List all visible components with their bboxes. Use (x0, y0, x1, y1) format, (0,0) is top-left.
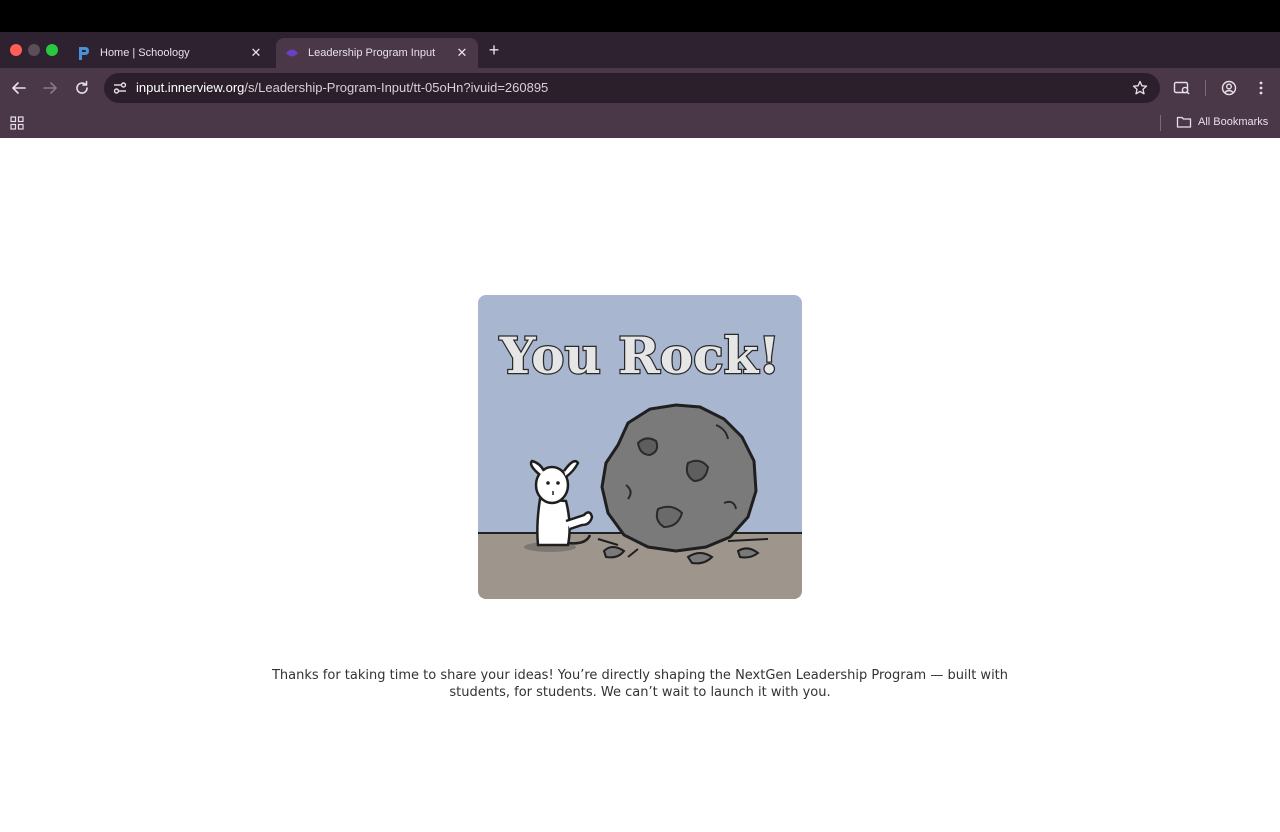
menu-button[interactable] (1249, 76, 1273, 100)
tab-leadership-program-input[interactable]: Leadership Program Input ✕ (276, 38, 478, 68)
tab-search-icon (1173, 81, 1190, 95)
back-arrow-icon (12, 82, 26, 94)
url-text[interactable]: input.innerview.org/s/Leadership-Program… (136, 80, 548, 95)
toolbar-divider (1205, 80, 1206, 96)
innerview-icon (284, 45, 300, 61)
url-path: /s/Leadership-Program-Input/tt-05oHn?ivu… (244, 80, 549, 95)
browser-toolbar: input.innerview.org/s/Leadership-Program… (0, 68, 1280, 108)
close-tab-icon[interactable]: ✕ (246, 43, 266, 63)
reload-icon (76, 80, 88, 94)
back-button[interactable] (7, 76, 31, 100)
tab-schoology[interactable]: Home | Schoology ✕ (68, 38, 272, 68)
profile-icon (1221, 80, 1237, 96)
schoology-icon (76, 45, 92, 61)
more-vertical-icon (1259, 81, 1263, 95)
forward-button[interactable] (38, 76, 62, 100)
all-bookmarks-label: All Bookmarks (1198, 116, 1269, 128)
all-bookmarks-button[interactable]: All Bookmarks (1176, 115, 1268, 129)
bookmarks-divider (1160, 115, 1161, 131)
tab-strip: Home | Schoology ✕ Leadership Program In… (0, 32, 1280, 68)
tab-title: Leadership Program Input (308, 47, 436, 59)
close-tab-icon[interactable]: ✕ (452, 43, 472, 63)
new-tab-button[interactable]: + (484, 38, 504, 62)
bookmark-star-icon[interactable] (1132, 80, 1148, 101)
top-black-bar (0, 0, 1280, 32)
you-rock-illustration: You Rock! (478, 295, 802, 599)
you-rock-text: You Rock! (499, 326, 780, 385)
zoom-window-button[interactable] (46, 44, 58, 56)
page-content: You Rock! Thanks for taking time to shar… (0, 138, 1280, 832)
close-window-button[interactable] (10, 44, 22, 56)
tab-search-button[interactable] (1170, 76, 1194, 100)
thank-you-message: Thanks for taking time to share your ide… (271, 668, 1009, 700)
url-host: input.innerview.org (136, 80, 245, 95)
minimize-window-button[interactable] (28, 44, 40, 56)
reload-button[interactable] (70, 76, 94, 100)
address-bar[interactable]: input.innerview.org/s/Leadership-Program… (104, 73, 1160, 103)
profile-button[interactable] (1217, 76, 1241, 100)
forward-arrow-icon (43, 82, 57, 94)
site-info-icon[interactable] (112, 80, 128, 96)
tab-title: Home | Schoology (100, 47, 190, 59)
apps-grid-icon[interactable] (10, 116, 24, 135)
bookmarks-bar: All Bookmarks (0, 108, 1280, 138)
folder-icon (1176, 116, 1192, 128)
